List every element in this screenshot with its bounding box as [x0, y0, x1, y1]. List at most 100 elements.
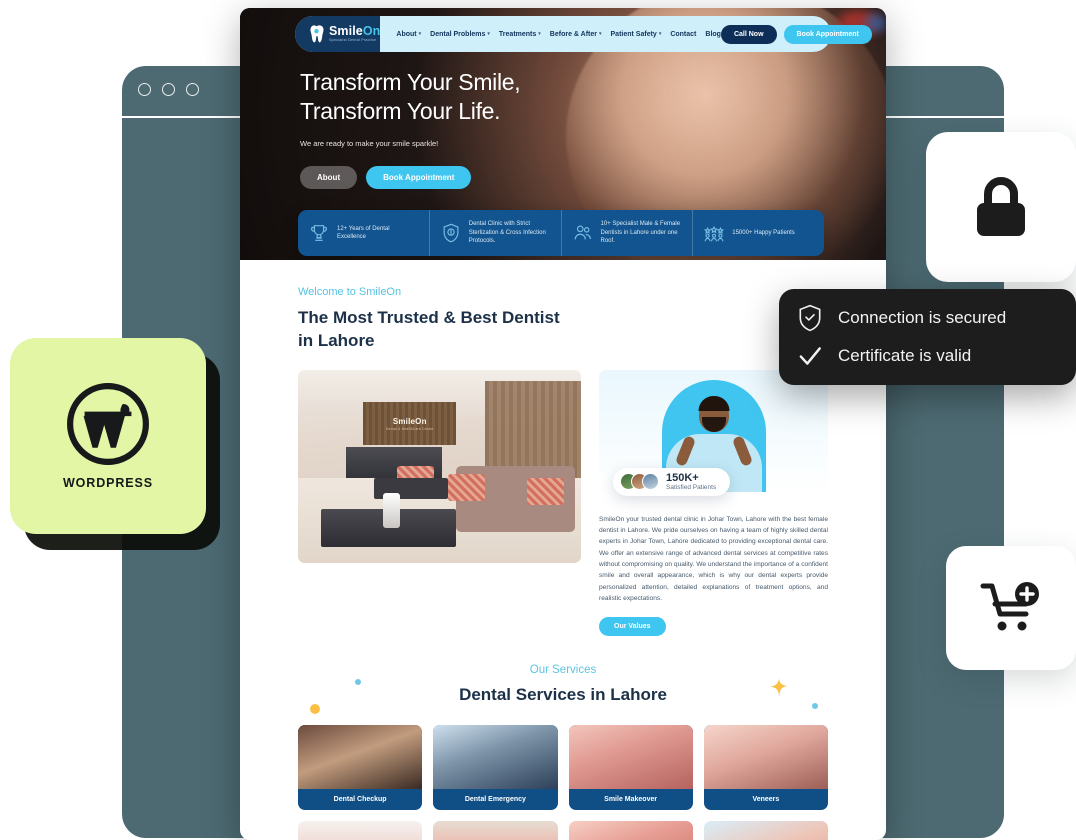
stat-label-patients: 15000+ Happy Patients [732, 229, 795, 236]
clinic-sign-name: SmileOn [392, 416, 427, 426]
window-dot-minimize[interactable] [162, 83, 175, 96]
stats-strip: 12+ Years of Dental Excellence Dental Cl… [298, 210, 824, 256]
wordpress-badge-card[interactable]: WORDPRESS [10, 338, 206, 534]
service-label: Smile Makeover [604, 796, 658, 804]
nav-item-contact[interactable]: Contact [670, 31, 696, 38]
services-grid-row-2 [298, 821, 828, 840]
stat-label-dentists: 10+ Specialist Male & Female Dentists in… [600, 221, 681, 245]
service-card-dental-implant[interactable] [298, 821, 423, 840]
hero-buttons: About Book Appointment [300, 166, 520, 190]
chevron-down-icon: ▾ [487, 31, 490, 37]
stat-item-patients: 15000+ Happy Patients [693, 210, 824, 256]
wordpress-logo-icon [67, 383, 149, 465]
nav-item-treatments[interactable]: Treatments ▾ [499, 31, 541, 38]
satisfied-patients-count: 150K+ [666, 471, 699, 484]
decorative-dot-blue-right [812, 703, 818, 710]
dental-xray-photo [298, 725, 423, 790]
tooltip-row-connection: Connection is secured [797, 304, 1058, 332]
book-appointment-nav-button[interactable]: Book Appointment [783, 24, 872, 44]
happy-patients-icon [704, 225, 725, 242]
clinic-signboard: SmileOn Dental & HealthCare Centre [363, 402, 457, 445]
stat-label-years: 12+ Years of Dental Excellence [337, 225, 390, 240]
clinic-interior-photo: SmileOn Dental & HealthCare Centre [298, 369, 581, 563]
service-label: Veneers [752, 796, 780, 804]
avatar [642, 473, 659, 491]
stat-label-sterilization: Dental Clinic with Strict Sterlization &… [468, 221, 546, 245]
satisfied-patients-label: Satisfied Patients [666, 484, 717, 492]
services-grid-row-1: Dental Checkup Dental Emergency Smile Ma… [298, 725, 828, 811]
root-canal-photo [433, 821, 558, 840]
lock-badge-card[interactable] [926, 132, 1076, 282]
chevron-down-icon: ▾ [599, 31, 602, 37]
stat-item-sterilization: Dental Clinic with Strict Sterlization &… [430, 210, 562, 256]
service-label: Dental Checkup [333, 796, 387, 804]
braces-photo [568, 821, 693, 840]
nav-item-blog[interactable]: Blog [705, 31, 721, 38]
service-card-teeth-whitening[interactable] [703, 821, 828, 840]
call-now-button[interactable]: Call Now [720, 24, 777, 44]
hero-section: SmileOn Specialist Dental Practice About… [240, 8, 886, 260]
service-card-root-canal[interactable] [433, 821, 558, 840]
about-eyebrow: Welcome to SmileOn [298, 286, 402, 298]
our-values-button[interactable]: Our Values [599, 617, 666, 637]
chevron-down-icon: ▾ [658, 31, 662, 37]
chevron-down-icon: ▾ [538, 31, 541, 37]
add-to-cart-icon [980, 582, 1039, 631]
dentists-group-icon [574, 225, 591, 240]
chevron-down-icon: ▾ [418, 31, 422, 37]
about-paragraph: SmileOn your trusted dental clinic in Jo… [599, 515, 828, 602]
window-dot-maximize[interactable] [186, 83, 199, 96]
services-heading: Dental Services in Lahore [459, 685, 667, 705]
stat-item-dentists: 10+ Specialist Male & Female Dentists in… [562, 210, 694, 256]
padlock-icon [977, 177, 1025, 236]
logo-wordmark: SmileOn [329, 24, 381, 39]
nav-item-patient-safety[interactable]: Patient Safety ▾ [611, 31, 662, 38]
window-dot-close[interactable] [138, 83, 151, 96]
teeth-whitening-photo [703, 821, 828, 840]
white-teeth-smile-photo [703, 725, 828, 790]
browser-window-dots [138, 83, 199, 96]
satisfied-patients-badge: 150K+ Satisfied Patients [613, 467, 731, 497]
website-preview-card: SmileOn Specialist Dental Practice About… [240, 8, 886, 840]
hero-subtitle: We are ready to make your smile sparkle! [300, 139, 439, 149]
hero-about-button[interactable]: About [300, 166, 358, 190]
logo-tagline: Specialist Dental Practice [329, 38, 377, 43]
dental-implant-photo [298, 821, 423, 840]
hero-book-appointment-button[interactable]: Book Appointment [366, 166, 472, 190]
nav-item-dental-problems[interactable]: Dental Problems ▾ [430, 31, 490, 38]
site-logo[interactable]: SmileOn Specialist Dental Practice [295, 16, 381, 52]
dentist-patient-photo [433, 725, 558, 790]
badge-avatars [620, 473, 659, 491]
service-card-dental-emergency[interactable]: Dental Emergency [433, 725, 558, 811]
checkmark-icon [799, 347, 821, 365]
tooltip-row-certificate: Certificate is valid [797, 342, 1058, 370]
tooltip-text-connection: Connection is secured [838, 308, 1007, 327]
nav-item-before-after[interactable]: Before & After ▾ [550, 31, 602, 38]
about-grid: SmileOn Dental & HealthCare Centre 150K+… [298, 369, 828, 637]
trophy-icon [311, 225, 327, 241]
services-section: Our Services Dental Services in Lahore D… [240, 664, 886, 840]
hero-copy: Transform Your Smile, Transform Your Lif… [300, 68, 521, 190]
tooth-logo-icon [310, 25, 324, 43]
tooltip-text-certificate: Certificate is valid [838, 346, 972, 365]
service-card-veneers[interactable]: Veneers [703, 725, 828, 811]
clinic-sign-subtitle: Dental & HealthCare Centre [386, 426, 434, 431]
service-card-smile-makeover[interactable]: Smile Makeover [568, 725, 693, 811]
nav-item-about[interactable]: About ▾ [396, 31, 421, 38]
shield-check-icon [799, 304, 821, 332]
service-card-braces[interactable] [568, 821, 693, 840]
service-card-dental-checkup[interactable]: Dental Checkup [298, 725, 423, 811]
shield-sterilization-icon [443, 223, 459, 243]
hero-title-line-1: Transform Your Smile, [300, 69, 521, 95]
cart-badge-card[interactable] [946, 546, 1076, 670]
decorative-dot-yellow [310, 704, 320, 715]
hero-title: Transform Your Smile, Transform Your Lif… [300, 68, 521, 126]
services-eyebrow: Our Services [529, 664, 597, 677]
decorative-star-icon [769, 678, 788, 698]
wordpress-label: WORDPRESS [62, 476, 154, 490]
security-tooltip: Connection is secured Certificate is val… [779, 289, 1076, 385]
about-right-column: 150K+ Satisfied Patients SmileOn your tr… [599, 369, 828, 637]
braces-smile-photo [568, 725, 693, 790]
site-navbar: SmileOn Specialist Dental Practice About… [295, 16, 872, 52]
about-heading: The Most Trusted & Best Dentist in Lahor… [298, 308, 560, 350]
